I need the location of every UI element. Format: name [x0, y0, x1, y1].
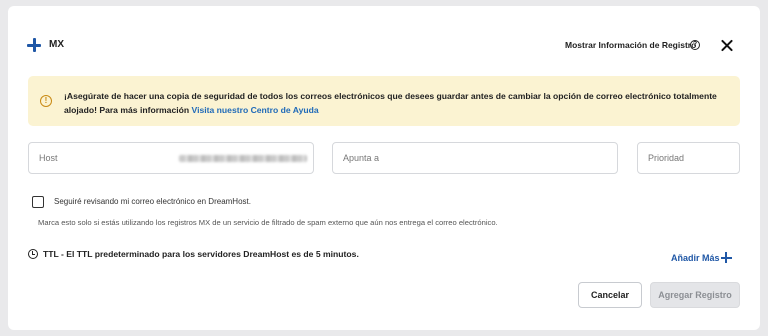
ttl-description: - El TTL predeterminado para los servido… — [58, 249, 359, 259]
host-field[interactable]: Host — [28, 142, 314, 174]
ttl-label: TTL — [43, 249, 59, 259]
record-type-title: MX — [49, 39, 64, 50]
cancel-button[interactable]: Cancelar — [578, 282, 642, 308]
ttl-text: TTL - El TTL predeterminado para los ser… — [43, 249, 359, 259]
close-icon[interactable] — [720, 39, 733, 52]
dialog-header: MX Mostrar Información de Registro ? — [8, 36, 760, 58]
keep-checking-help-text: Marca esto solo si estás utilizando los … — [38, 218, 498, 227]
ttl-info-row: TTL - El TTL predeterminado para los ser… — [28, 248, 740, 263]
keep-checking-label[interactable]: Seguiré revisando mi correo electrónico … — [54, 197, 251, 206]
plus-icon — [27, 38, 41, 52]
add-record-button[interactable]: Agregar Registro — [650, 282, 740, 308]
keep-checking-checkbox[interactable] — [32, 196, 44, 208]
add-more-label[interactable]: Añadir Más — [671, 253, 720, 263]
show-record-info-link[interactable]: Mostrar Información de Registro — [565, 40, 696, 50]
help-icon[interactable]: ? — [690, 40, 700, 50]
priority-placeholder: Prioridad — [648, 153, 685, 163]
host-value-blurred — [179, 155, 307, 162]
points-to-field[interactable]: Apunta a — [332, 142, 618, 174]
points-to-placeholder: Apunta a — [343, 153, 380, 163]
help-center-link[interactable]: Visita nuestro Centro de Ayuda — [192, 105, 319, 115]
add-more-plus-icon[interactable] — [720, 252, 732, 263]
alert-message: ¡Asegúrate de hacer una copia de segurid… — [64, 89, 724, 117]
warning-icon: ! — [40, 95, 52, 107]
clock-icon — [28, 249, 38, 259]
add-more-button[interactable]: Añadir Más — [671, 248, 732, 263]
mx-record-dialog: MX Mostrar Información de Registro ? ! ¡… — [8, 6, 760, 330]
host-placeholder: Host — [39, 153, 58, 163]
backup-warning-alert: ! ¡Asegúrate de hacer una copia de segur… — [28, 76, 740, 126]
alert-message-text: ¡Asegúrate de hacer una copia de segurid… — [64, 91, 717, 115]
priority-field[interactable]: Prioridad — [637, 142, 740, 174]
